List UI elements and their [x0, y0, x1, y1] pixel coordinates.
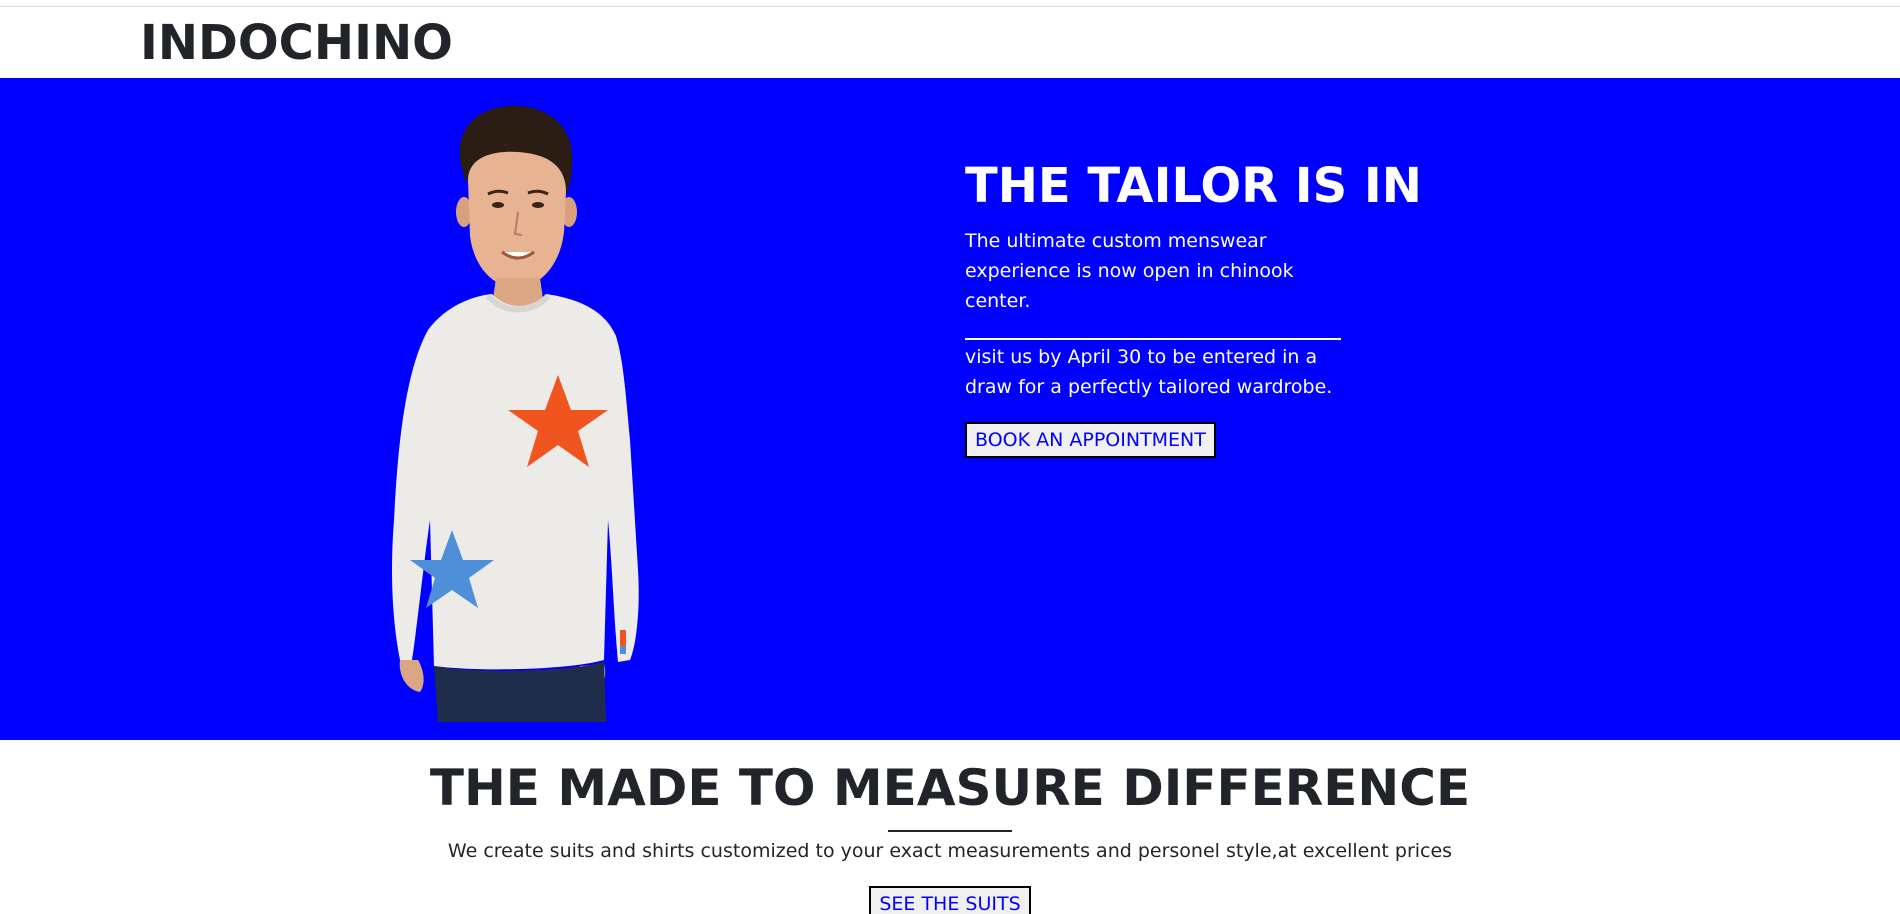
- hero-content: THE TAILOR IS IN The ultimate custom men…: [965, 158, 1422, 458]
- section-title: THE MADE TO MEASURE DIFFERENCE: [429, 759, 1471, 817]
- hero-banner: THE TAILOR IS IN The ultimate custom men…: [0, 78, 1900, 740]
- hero-model-image: [392, 105, 639, 722]
- made-to-measure-section: THE MADE TO MEASURE DIFFERENCE We create…: [0, 740, 1900, 914]
- site-header: INDOCHINO: [0, 7, 1900, 78]
- book-appointment-button[interactable]: BOOK AN APPOINTMENT: [965, 421, 1216, 458]
- hero-divider: [965, 337, 1341, 340]
- brand-logo[interactable]: INDOCHINO: [140, 15, 453, 73]
- hero-title: THE TAILOR IS IN: [965, 158, 1422, 214]
- section-divider: [888, 829, 1012, 832]
- hero-promo-text: visit us by April 30 to be entered in a …: [965, 345, 1333, 398]
- see-the-suits-button[interactable]: SEE THE SUITS: [869, 885, 1031, 914]
- hero-description: The ultimate custom menswear experience …: [965, 229, 1294, 312]
- section-description: We create suits and shirts customized to…: [447, 839, 1453, 862]
